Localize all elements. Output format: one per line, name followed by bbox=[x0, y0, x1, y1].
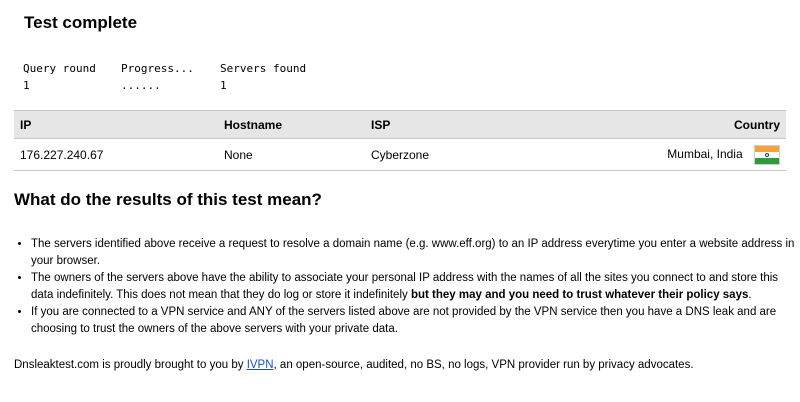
isp-cell: Cyberzone bbox=[365, 138, 565, 171]
india-flag-icon bbox=[754, 144, 780, 165]
results-table: IP Hostname ISP Country 176.227.240.67 N… bbox=[14, 110, 786, 171]
footer-suffix: , an open-source, audited, no BS, no log… bbox=[273, 359, 694, 371]
list-item-text: If you are connected to a VPN service an… bbox=[31, 306, 777, 335]
country-text: Mumbai, India bbox=[667, 146, 743, 161]
progress-value: ...... bbox=[121, 79, 161, 92]
country-column-header: Country bbox=[565, 110, 786, 139]
country-cell: Mumbai, India bbox=[565, 138, 786, 171]
query-round-stat: Query round 1 bbox=[23, 60, 96, 94]
progress-stat: Progress... ...... bbox=[121, 60, 194, 94]
isp-column-header: ISP bbox=[365, 110, 565, 139]
table-header-row: IP Hostname ISP Country bbox=[14, 110, 786, 139]
results-meaning-heading: What do the results of this test mean? bbox=[14, 190, 322, 209]
list-item-text: The servers identified above receive a r… bbox=[31, 238, 795, 267]
servers-found-value: 1 bbox=[220, 79, 227, 92]
progress-label: Progress... bbox=[121, 62, 194, 75]
hostname-column-header: Hostname bbox=[218, 110, 365, 139]
footer-credit: Dnsleaktest.com is proudly brought to yo… bbox=[14, 357, 694, 374]
list-item: The servers identified above receive a r… bbox=[31, 236, 800, 270]
ip-cell: 176.227.240.67 bbox=[14, 138, 218, 171]
page-title: Test complete bbox=[24, 13, 138, 32]
servers-found-label: Servers found bbox=[220, 62, 307, 75]
table-row: 176.227.240.67 None Cyberzone Mumbai, In… bbox=[14, 138, 786, 171]
list-item: If you are connected to a VPN service an… bbox=[31, 304, 800, 338]
servers-found-stat: Servers found 1 bbox=[220, 60, 306, 94]
results-explanation-list: The servers identified above receive a r… bbox=[14, 236, 800, 338]
list-item-tail: . bbox=[748, 289, 752, 301]
query-round-value: 1 bbox=[23, 79, 30, 92]
hostname-cell: None bbox=[218, 138, 365, 171]
footer-prefix: Dnsleaktest.com is proudly brought to yo… bbox=[14, 359, 247, 371]
query-round-label: Query round bbox=[23, 62, 96, 75]
list-item: The owners of the servers above have the… bbox=[31, 270, 800, 304]
ivpn-link[interactable]: IVPN bbox=[247, 359, 274, 371]
ip-column-header: IP bbox=[14, 110, 218, 139]
list-item-emphasis: but they may and you need to trust whate… bbox=[410, 289, 749, 301]
